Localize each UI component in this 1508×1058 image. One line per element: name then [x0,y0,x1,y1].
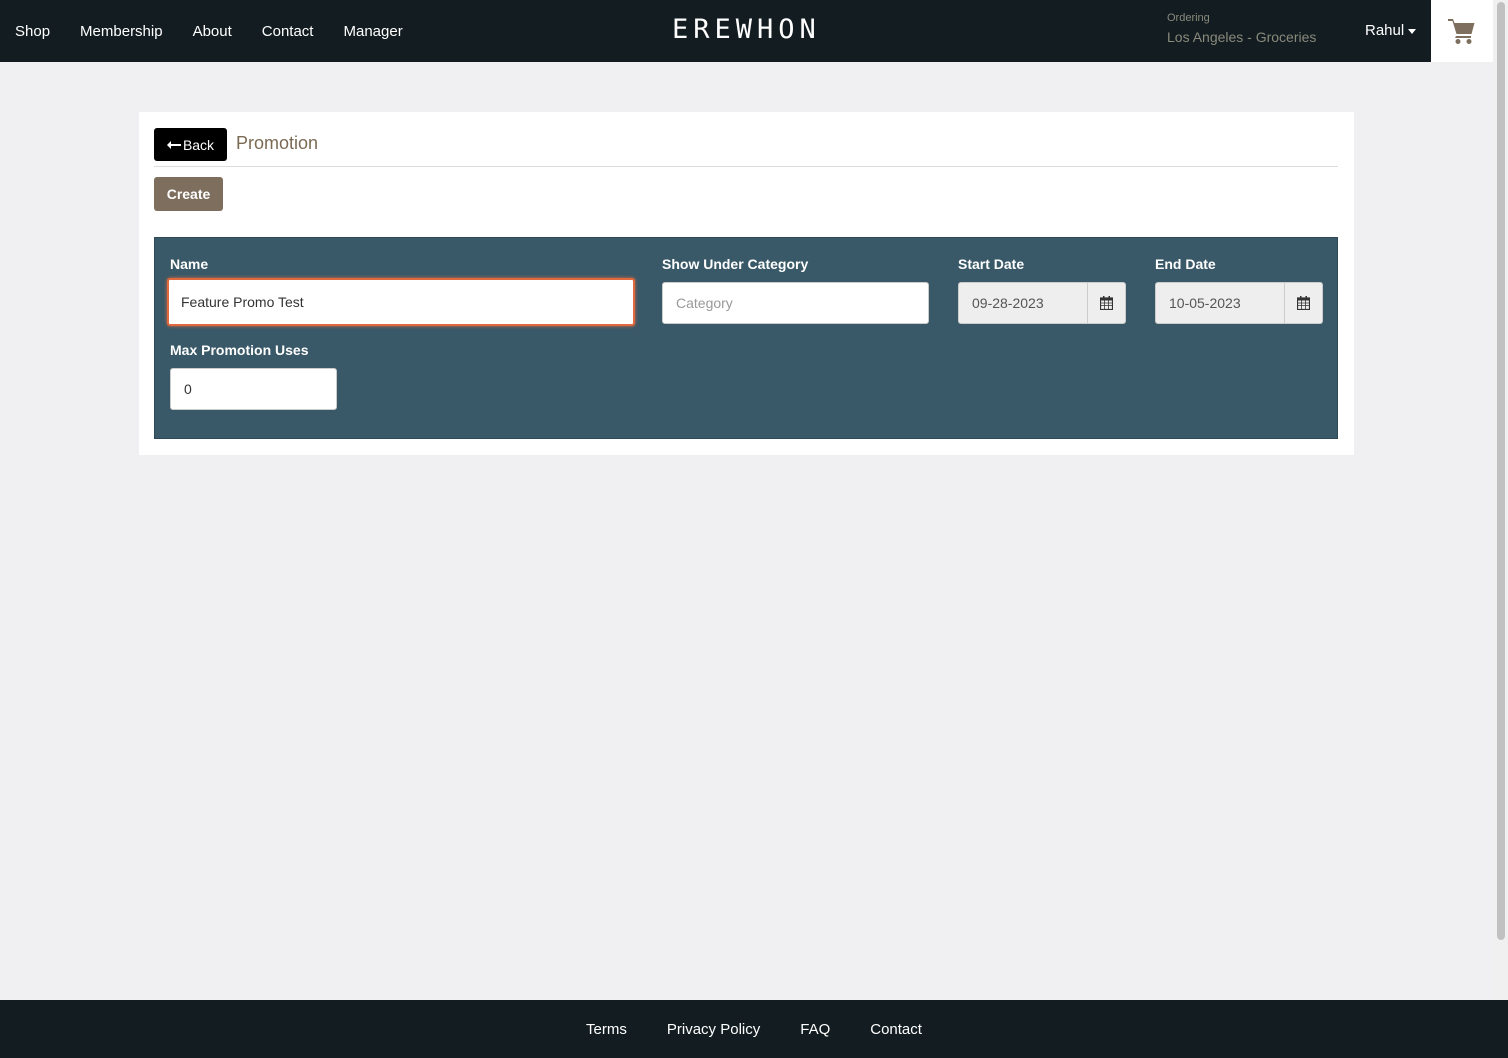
max-uses-label: Max Promotion Uses [170,342,309,358]
footer: Terms Privacy Policy FAQ Contact [0,1000,1508,1058]
category-input[interactable]: Category [662,282,929,324]
footer-terms-link[interactable]: Terms [586,1021,627,1038]
end-date-picker-button[interactable] [1284,282,1323,324]
end-date-label: End Date [1155,256,1216,272]
ordering-location[interactable]: Ordering Los Angeles - Groceries [1167,12,1316,45]
arrow-left-icon [166,140,181,149]
nav-membership-link[interactable]: Membership [80,23,163,40]
footer-faq-link[interactable]: FAQ [800,1021,830,1038]
promotion-panel: Back Promotion Create Name Feature Promo… [139,112,1354,455]
promotion-form: Name Feature Promo Test Show Under Categ… [154,237,1338,439]
nav-manager-link[interactable]: Manager [343,23,402,40]
user-menu-dropdown[interactable]: Rahul [1365,22,1417,39]
cart-button[interactable] [1431,0,1493,62]
nav-links: Shop Membership About Contact Manager [15,0,433,62]
ordering-label: Ordering [1167,12,1210,24]
shopping-cart-icon [1448,19,1475,44]
nav-shop-link[interactable]: Shop [15,23,50,40]
user-name: Rahul [1365,22,1405,39]
top-navbar: Shop Membership About Contact Manager ER… [0,0,1493,62]
divider [154,166,1338,167]
nav-about-link[interactable]: About [193,23,232,40]
max-uses-input[interactable]: 0 [170,368,337,410]
brand-logo[interactable]: EREWHON [672,14,821,46]
nav-contact-link[interactable]: Contact [262,23,314,40]
end-date-input[interactable]: 10-05-2023 [1155,282,1285,324]
back-button-label: Back [182,136,215,153]
ordering-location-value: Los Angeles - Groceries [1167,29,1317,45]
page-title: Promotion [236,133,319,153]
category-label: Show Under Category [662,256,809,272]
back-button[interactable]: Back [154,128,227,161]
start-date-label: Start Date [958,256,1025,272]
footer-privacy-link[interactable]: Privacy Policy [667,1021,760,1038]
calendar-icon [1297,296,1310,310]
create-button[interactable]: Create [154,177,223,211]
scrollbar-thumb[interactable] [1497,2,1505,940]
footer-contact-link[interactable]: Contact [870,1021,922,1038]
name-input[interactable]: Feature Promo Test [167,278,635,326]
caret-down-icon [1408,28,1417,34]
name-label: Name [170,256,209,272]
start-date-picker-button[interactable] [1087,282,1126,324]
calendar-icon [1100,296,1113,310]
start-date-input[interactable]: 09-28-2023 [958,282,1088,324]
